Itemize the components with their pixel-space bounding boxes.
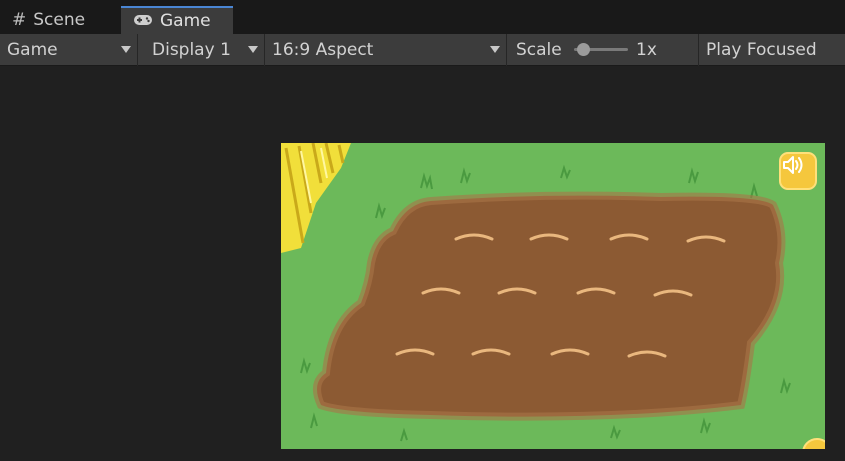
chevron-down-icon xyxy=(121,46,131,53)
scale-slider-thumb[interactable] xyxy=(577,43,590,56)
tab-scene-label: Scene xyxy=(33,10,86,30)
scale-label: Scale xyxy=(516,40,562,60)
view-select-label: Game xyxy=(7,40,58,60)
tab-game[interactable]: Game xyxy=(121,6,233,34)
game-viewport[interactable] xyxy=(281,143,825,449)
editor-tab-bar: # Scene Game xyxy=(0,0,845,34)
play-mode-dropdown[interactable]: Play Focused xyxy=(699,34,845,66)
tab-game-label: Game xyxy=(160,11,211,31)
view-select-dropdown[interactable]: Game xyxy=(0,34,138,66)
chevron-down-icon xyxy=(490,46,500,53)
tab-scene[interactable]: # Scene xyxy=(0,6,120,34)
hash-icon: # xyxy=(12,10,27,30)
sound-toggle-button[interactable] xyxy=(779,152,817,190)
aspect-select-label: 16:9 Aspect xyxy=(272,40,374,60)
game-view-toolbar: Game Display 1 16:9 Aspect Scale 1x Play… xyxy=(0,34,845,66)
scale-value: 1x xyxy=(636,40,657,60)
display-select-label: Display 1 xyxy=(152,40,231,60)
chevron-down-icon xyxy=(248,46,258,53)
aspect-select-dropdown[interactable]: 16:9 Aspect xyxy=(265,34,507,66)
gamepad-icon xyxy=(133,11,153,31)
play-mode-label: Play Focused xyxy=(706,40,817,60)
farm-scene xyxy=(281,143,825,449)
display-select-dropdown[interactable]: Display 1 xyxy=(145,34,265,66)
